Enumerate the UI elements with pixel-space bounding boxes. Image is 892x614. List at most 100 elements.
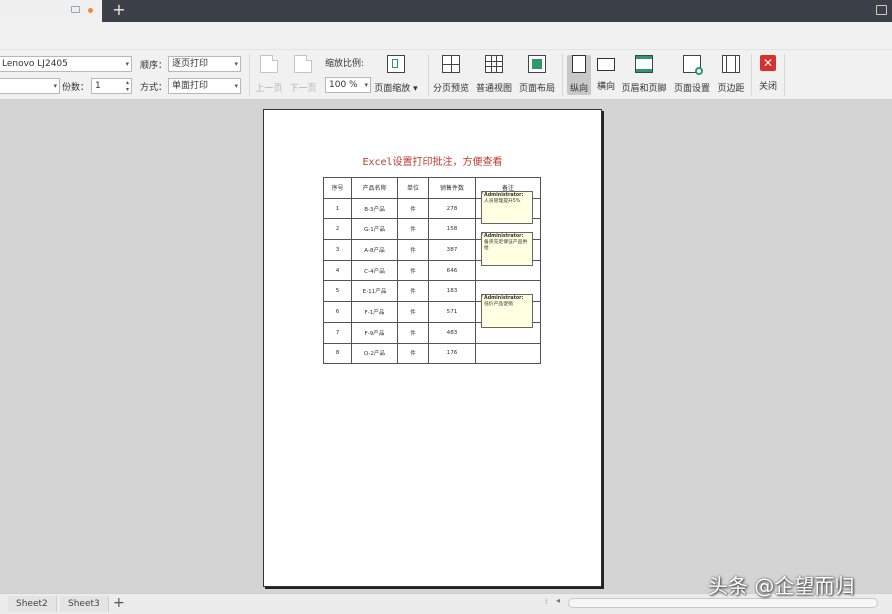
table-cell: 件 — [397, 259, 429, 282]
next-page-button[interactable]: 下一页 — [288, 55, 318, 95]
zoom-value: 100 % — [329, 80, 358, 90]
divider — [751, 54, 752, 96]
margins-button[interactable]: 页边距 — [716, 55, 746, 95]
prev-page-button[interactable]: 上一页 — [254, 55, 284, 95]
table-cell: 158 — [428, 218, 476, 241]
table-cell: 件 — [397, 197, 429, 220]
printer-select[interactable]: Lenovo LJ2405 ▾ — [0, 56, 132, 72]
new-tab-button[interactable]: + — [112, 1, 126, 19]
unsaved-dot-icon — [88, 8, 93, 13]
sheet-tab[interactable]: Sheet2 — [8, 596, 57, 612]
close-icon: ✕ — [760, 55, 776, 71]
table-cell — [475, 342, 541, 365]
order-label: 顺序： — [140, 61, 168, 71]
spin-arrows-icon[interactable]: ▴ ▾ — [126, 79, 129, 93]
chevron-down-icon: ▾ — [53, 82, 57, 90]
mode-label: 方式： — [140, 83, 168, 93]
table-cell: 483 — [428, 321, 476, 344]
sheet-title: Excel设置打印批注，方便查看 — [362, 157, 503, 168]
add-sheet-button[interactable]: + — [113, 594, 125, 612]
page-break-preview-icon — [442, 55, 460, 73]
table-cell: F-9产品 — [351, 321, 398, 344]
normal-view-icon — [485, 55, 503, 73]
table-cell: Q-2产品 — [351, 342, 398, 365]
horizontal-scrollbar[interactable] — [568, 598, 878, 608]
table-cell: E-11产品 — [351, 280, 398, 303]
menu-strip — [0, 22, 892, 50]
table-cell: 件 — [397, 321, 429, 344]
scroll-handle-icon[interactable]: ⁞ — [545, 597, 548, 606]
header-footer-label: 页眉和页脚 — [621, 84, 667, 94]
table-cell: 571 — [428, 301, 476, 323]
copies-label: 份数： — [62, 83, 90, 93]
printer-value: Lenovo LJ2405 — [2, 59, 68, 69]
normal-view-button[interactable]: 普通视图 — [475, 55, 513, 95]
divider — [428, 54, 429, 96]
page-zoom-label: 页面缩放 — [374, 84, 411, 94]
document-tab[interactable] — [68, 4, 98, 18]
table-cell: 278 — [428, 197, 476, 220]
comment-box: Administrator: 低价产品促销 — [481, 294, 533, 328]
watermark: 头条 @企望而归 — [708, 574, 855, 598]
comment-text: 人员管理提升5% — [484, 199, 521, 204]
printer-property-select[interactable]: ▾ — [0, 78, 60, 94]
table-cell: 件 — [397, 301, 429, 323]
table-cell: 件 — [397, 239, 429, 261]
table-cell: 176 — [428, 342, 476, 365]
landscape-button[interactable]: 横向 — [594, 55, 618, 95]
table-cell: 件 — [397, 218, 429, 241]
table-cell: 1 — [323, 197, 352, 220]
page-break-preview-button[interactable]: 分页预览 — [432, 55, 470, 95]
table-cell: 4 — [323, 259, 352, 282]
comment-text: 低价产品促销 — [484, 302, 513, 307]
tab-strip — [102, 0, 892, 22]
table-cell: A-8产品 — [351, 239, 398, 261]
zoom-select[interactable]: 100 % ▾ — [325, 77, 371, 93]
mode-value: 单面打印 — [172, 81, 209, 91]
page-zoom-button[interactable]: 页面缩放 ▾ — [373, 55, 419, 95]
print-preview-ribbon: Lenovo LJ2405 ▾ ▾ 份数： 1 ▴ ▾ 顺序： 逐页打印 ▾ 方式… — [0, 50, 892, 100]
margins-label: 页边距 — [717, 84, 745, 94]
table-cell: F-1产品 — [351, 301, 398, 323]
copies-value: 1 — [95, 81, 101, 91]
normal-view-label: 普通视图 — [475, 84, 512, 94]
table-cell: 件 — [397, 280, 429, 303]
sheet-tab[interactable]: Sheet3 — [60, 596, 109, 612]
mode-select[interactable]: 单面打印 ▾ — [168, 78, 241, 94]
page-layout-icon — [528, 55, 546, 73]
comment-box: Administrator: 备货充足保证产品供给 — [481, 232, 533, 266]
order-select[interactable]: 逐页打印 ▾ — [168, 56, 241, 72]
divider — [562, 54, 563, 96]
scroll-left-icon[interactable]: ◂ — [556, 596, 560, 605]
portrait-button[interactable]: 纵向 — [567, 55, 591, 95]
portrait-page-icon — [572, 55, 586, 73]
chevron-down-icon: ▾ — [234, 60, 238, 68]
page-setup-icon — [683, 55, 703, 75]
table-cell: 5 — [323, 280, 352, 303]
column-header: 单位 — [397, 177, 429, 199]
page-zoom-icon — [387, 55, 405, 73]
zoom-label: 缩放比例: — [325, 59, 365, 69]
table-cell: 7 — [323, 321, 352, 344]
table-cell: G-1产品 — [351, 218, 398, 241]
window-restore-icon[interactable] — [876, 5, 887, 15]
column-header: 产品名称 — [351, 177, 398, 199]
landscape-label: 横向 — [596, 82, 615, 92]
table-cell: 6 — [323, 301, 352, 323]
close-preview-button[interactable]: ✕ 关闭 — [756, 55, 780, 95]
copies-stepper[interactable]: 1 ▴ ▾ — [91, 78, 132, 94]
close-label: 关闭 — [758, 82, 777, 92]
chevron-down-icon: ▾ — [364, 81, 368, 89]
chevron-down-icon: ▾ — [234, 82, 238, 90]
print-preview-page: Excel设置打印批注，方便查看 序号 产品名称 单位 销售件数 备注 1 B-3… — [263, 109, 602, 587]
table-cell: 646 — [428, 259, 476, 282]
page-layout-button[interactable]: 页面布局 — [518, 55, 556, 95]
page-setup-button[interactable]: 页面设置 — [672, 55, 712, 95]
header-footer-button[interactable]: 页眉和页脚 — [621, 55, 667, 95]
monitor-icon — [71, 6, 80, 13]
order-value: 逐页打印 — [172, 59, 209, 69]
table-cell: 3 — [323, 239, 352, 261]
table-cell: 183 — [428, 280, 476, 303]
table-cell: 2 — [323, 218, 352, 241]
table-row: 8 Q-2产品件 176 — [323, 342, 541, 365]
